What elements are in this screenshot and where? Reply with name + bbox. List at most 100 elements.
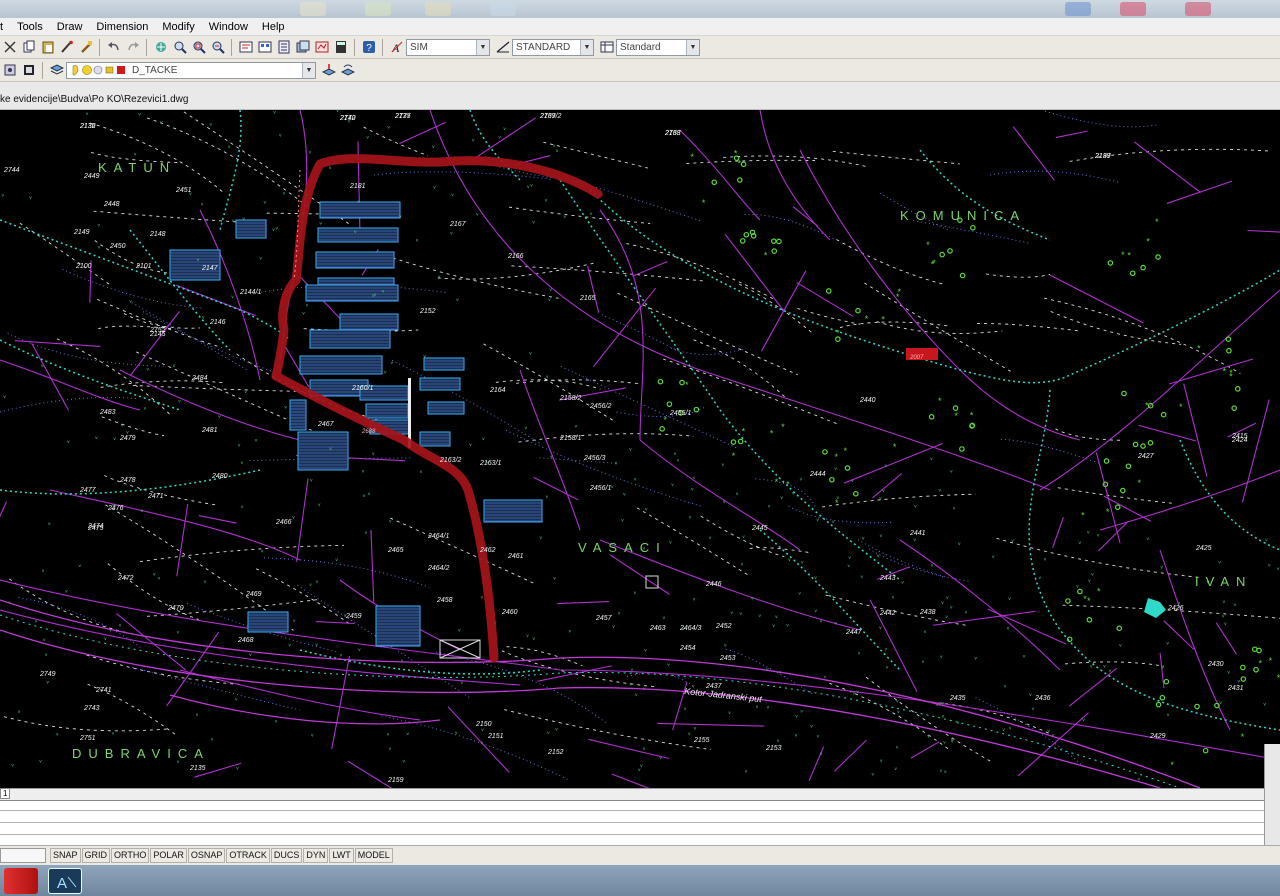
grass-symbol: ᵥ xyxy=(949,603,953,610)
grass-symbol: ᵥ xyxy=(390,358,394,365)
contour-line xyxy=(1044,297,1241,374)
grass-symbol: ᵥ xyxy=(531,218,535,225)
cyan-area xyxy=(1144,598,1166,618)
grass-symbol: ᵥ xyxy=(831,517,835,524)
table-style-icon[interactable] xyxy=(598,39,615,56)
dim-style-select[interactable]: STANDARD ▼ xyxy=(512,38,594,56)
chevron-down-icon[interactable]: ▼ xyxy=(302,62,315,78)
polar-toggle[interactable]: POLAR xyxy=(150,848,187,863)
chevron-down-icon[interactable]: ▼ xyxy=(580,39,593,55)
layer-select[interactable]: D_TACKE ▼ xyxy=(66,61,316,79)
grass-symbol: ᵥ xyxy=(617,609,621,616)
contour-line xyxy=(616,405,707,417)
tree-symbol xyxy=(740,161,747,168)
snap-toggle[interactable]: SNAP xyxy=(50,848,81,863)
chevron-down-icon[interactable]: ▼ xyxy=(476,39,489,55)
tree-symbol xyxy=(1086,616,1093,623)
drawing-canvas[interactable]: * * * * * * * * * * * * * * * * * * * * * * * * * * * * * * * * * * * * * * * *… xyxy=(0,110,1280,788)
otrack-toggle[interactable]: OTRACK xyxy=(226,848,270,863)
grass-symbol: ᵥ xyxy=(730,608,734,615)
tree-symbol: * xyxy=(1097,587,1101,597)
grass-symbol: ᵥ xyxy=(237,441,241,448)
menu-item-format[interactable]: t xyxy=(0,18,10,36)
layer-manager-icon[interactable] xyxy=(1,62,18,79)
layout-tab[interactable]: 1 xyxy=(0,788,11,799)
tool-palettes-icon[interactable] xyxy=(275,39,292,56)
ortho-toggle[interactable]: ORTHO xyxy=(111,848,150,863)
grass-symbol: ᵥ xyxy=(468,441,472,448)
zoom-realtime-icon[interactable] xyxy=(171,39,188,56)
menu-item-dimension[interactable]: Dimension xyxy=(89,18,155,36)
menu-item-modify[interactable]: Modify xyxy=(155,18,201,36)
ducs-toggle[interactable]: DUCS xyxy=(270,848,303,863)
pan-icon[interactable] xyxy=(152,39,169,56)
copy-icon[interactable] xyxy=(20,39,37,56)
status-bar: SNAP GRID ORTHO POLAR OSNAP OTRACK DUCS … xyxy=(0,845,1280,865)
dyn-toggle[interactable]: DYN xyxy=(303,848,329,863)
grass-symbol: ᵥ xyxy=(620,516,624,523)
help-icon[interactable]: ? xyxy=(360,39,377,56)
markup-icon[interactable] xyxy=(313,39,330,56)
dim-style-icon[interactable] xyxy=(494,39,511,56)
text-style-select[interactable]: SIM ▼ xyxy=(406,38,490,56)
cadastral-map[interactable]: ************* ***************** **********… xyxy=(0,110,1280,788)
parcel-number: 2139 xyxy=(1094,153,1111,160)
tree-symbol xyxy=(1225,336,1232,342)
parcel-number: 2163/1 xyxy=(479,460,502,467)
parcel-number: 2152 xyxy=(419,308,436,315)
grass-symbol: ᵥ xyxy=(938,486,942,493)
tree-symbol xyxy=(1119,487,1126,494)
grass-symbol: ᵥ xyxy=(1096,531,1100,538)
text-style-icon[interactable]: A xyxy=(388,39,405,56)
menu-item-window[interactable]: Window xyxy=(202,18,255,36)
grass-symbol: ᵥ xyxy=(860,572,864,579)
contour-line xyxy=(373,171,551,180)
menu-item-help[interactable]: Help xyxy=(255,18,292,36)
grass-symbol: ᵥ xyxy=(371,449,375,456)
parcel-boundary xyxy=(792,206,819,227)
grid-toggle[interactable]: GRID xyxy=(81,848,111,863)
zoom-previous-icon[interactable] xyxy=(209,39,226,56)
grass-symbol: ᵥ xyxy=(668,538,672,545)
grass-symbol: ᵥ xyxy=(633,475,637,482)
autocad-taskbar-icon[interactable]: A xyxy=(48,868,82,894)
properties-icon[interactable] xyxy=(237,39,254,56)
svg-text:A: A xyxy=(57,875,67,892)
sheet-set-icon[interactable] xyxy=(294,39,311,56)
grass-symbol: ᵥ xyxy=(809,722,813,729)
grass-symbol: ᵥ xyxy=(676,456,680,463)
lwt-toggle[interactable]: LWT xyxy=(329,848,354,863)
layer-state-icon[interactable] xyxy=(20,62,37,79)
cut-icon[interactable] xyxy=(1,39,18,56)
grass-symbol: ᵥ xyxy=(644,505,648,512)
undo-icon[interactable] xyxy=(105,39,122,56)
zoom-window-icon[interactable] xyxy=(190,39,207,56)
grass-symbol: ᵥ xyxy=(553,574,557,581)
layer-previous-icon[interactable] xyxy=(339,62,356,79)
menu-item-tools[interactable]: Tools xyxy=(10,18,50,36)
menu-item-draw[interactable]: Draw xyxy=(50,18,90,36)
parcel-number: 2741 xyxy=(95,687,112,694)
desktop-background xyxy=(0,0,1280,18)
chevron-down-icon[interactable]: ▼ xyxy=(686,39,699,55)
calculator-icon[interactable] xyxy=(332,39,349,56)
match-properties-icon[interactable] xyxy=(58,39,75,56)
grass-symbol: ᵥ xyxy=(143,404,147,411)
parcel-boundary xyxy=(1068,667,1118,707)
brush-icon[interactable] xyxy=(77,39,94,56)
table-style-select[interactable]: Standard ▼ xyxy=(616,38,700,56)
parcel-number: 2159 xyxy=(387,777,404,784)
layer-stack-icon[interactable] xyxy=(48,62,65,79)
paste-icon[interactable] xyxy=(39,39,56,56)
grass-symbol: ᵥ xyxy=(42,635,46,642)
osnap-toggle[interactable]: OSNAP xyxy=(187,848,226,863)
command-line[interactable] xyxy=(0,800,1264,845)
grass-symbol: ᵥ xyxy=(941,712,945,719)
grass-symbol: ᵥ xyxy=(227,143,231,150)
design-center-icon[interactable] xyxy=(256,39,273,56)
redo-icon[interactable] xyxy=(124,39,141,56)
make-current-icon[interactable] xyxy=(320,62,337,79)
model-toggle[interactable]: MODEL xyxy=(354,848,393,863)
app-icon[interactable] xyxy=(4,868,38,894)
vertical-scrollbar[interactable] xyxy=(1264,744,1280,854)
